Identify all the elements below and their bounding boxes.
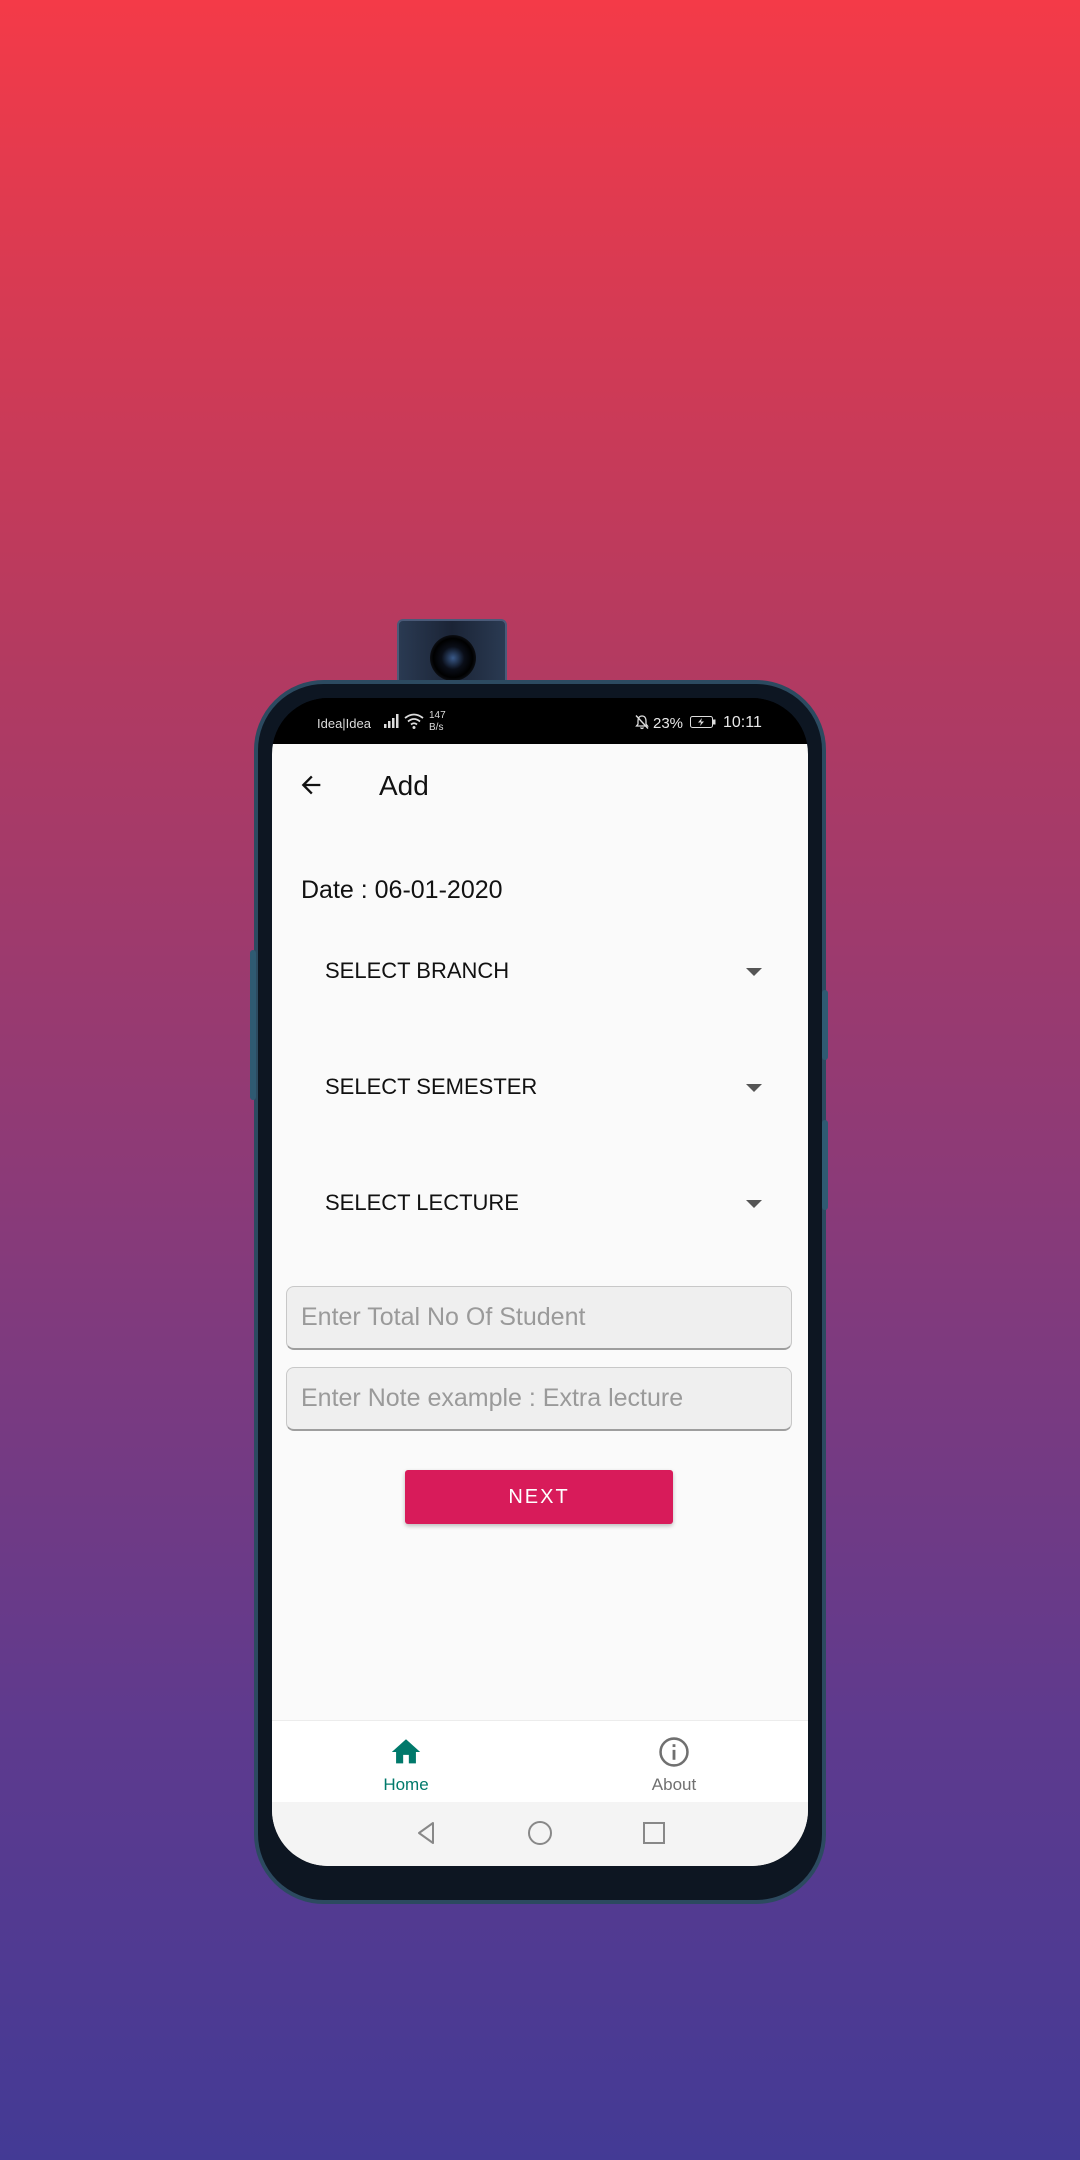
app-content: Add Date : 06-01-2020 SELECT BRANCH SELE… bbox=[272, 744, 808, 1866]
nav-home-label: Home bbox=[383, 1775, 429, 1794]
nav-item-home[interactable]: Home bbox=[272, 1721, 540, 1803]
arrow-left-icon bbox=[301, 775, 321, 795]
nav-about-label: About bbox=[651, 1775, 697, 1794]
dropdown-arrow-icon bbox=[746, 968, 762, 976]
carrier-label: Idea|Idea bbox=[317, 716, 371, 731]
popup-camera bbox=[397, 619, 507, 685]
lecture-dropdown-label: SELECT LECTURE bbox=[325, 1190, 519, 1215]
volume-button bbox=[250, 950, 256, 1100]
semester-dropdown[interactable]: SELECT SEMESTER bbox=[300, 1056, 790, 1116]
camera-lens bbox=[430, 635, 476, 681]
bottom-navigation: Home About bbox=[272, 1720, 808, 1803]
home-icon bbox=[391, 1739, 421, 1764]
semester-dropdown-label: SELECT SEMESTER bbox=[325, 1074, 538, 1099]
speed-value: 147 bbox=[429, 710, 446, 721]
next-button[interactable]: NEXT bbox=[405, 1470, 673, 1524]
app-toolbar: Add bbox=[272, 744, 808, 830]
signal-icon bbox=[384, 714, 399, 728]
system-home-icon[interactable] bbox=[525, 1818, 555, 1848]
branch-dropdown-label: SELECT BRANCH bbox=[325, 958, 510, 983]
system-back-icon[interactable] bbox=[411, 1818, 441, 1848]
speed-unit: B/s bbox=[429, 722, 444, 733]
dropdown-arrow-icon bbox=[746, 1084, 762, 1092]
page-title: Add bbox=[379, 770, 429, 801]
power-button bbox=[822, 990, 828, 1060]
info-icon bbox=[659, 1737, 689, 1767]
system-recents-icon[interactable] bbox=[639, 1818, 669, 1848]
branch-dropdown[interactable]: SELECT BRANCH bbox=[300, 940, 790, 1000]
battery-percent: 23% bbox=[653, 715, 684, 732]
status-bar: Idea|Idea 147 B/s 23% 10:11 bbox=[272, 698, 808, 744]
battery-icon bbox=[690, 716, 716, 728]
wifi-icon bbox=[404, 713, 424, 729]
date-label: Date : 06-01-2020 bbox=[301, 876, 503, 904]
dropdown-arrow-icon bbox=[746, 1200, 762, 1208]
phone-screen: Idea|Idea 147 B/s 23% 10:11 Add Date: 0… bbox=[272, 698, 808, 1866]
note-input[interactable] bbox=[286, 1367, 792, 1431]
back-button[interactable] bbox=[294, 768, 328, 802]
network-speed: 147 B/s bbox=[429, 710, 446, 734]
nav-item-about[interactable]: About bbox=[540, 1721, 808, 1803]
side-button bbox=[822, 1120, 828, 1210]
clock: 10:11 bbox=[723, 714, 762, 731]
mute-icon bbox=[635, 715, 649, 730]
total-students-input[interactable] bbox=[286, 1286, 792, 1350]
lecture-dropdown[interactable]: SELECT LECTURE bbox=[300, 1172, 790, 1232]
system-navigation-bar bbox=[272, 1802, 808, 1866]
